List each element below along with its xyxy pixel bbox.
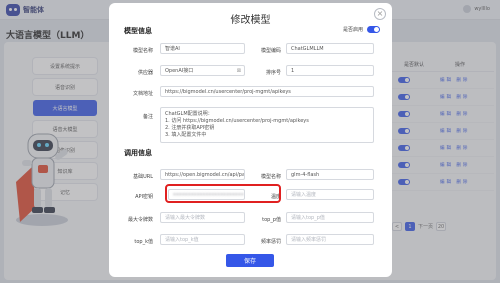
remark-textarea[interactable]: ChatGLM配置说明： 1. 访问 https://bigmodel.cn/u… xyxy=(160,107,374,143)
remark-label: 备注 xyxy=(142,114,153,120)
top-k-input[interactable]: 请输入top_k值 xyxy=(160,234,245,245)
model-code-label: 模型编码 xyxy=(260,48,281,54)
top-p-label: top_p值 xyxy=(262,217,281,223)
dialog-title: 修改模型 xyxy=(230,15,271,26)
api-key-highlight-box xyxy=(165,184,281,203)
chevron-down-icon: ⊠ xyxy=(236,68,241,74)
top-p-input[interactable]: 请输入top_p值 xyxy=(286,212,374,223)
model-name-label: 模型名称 xyxy=(132,48,153,54)
model-code-input[interactable]: ChatGLMLLM xyxy=(286,43,374,54)
remark-line: 2. 注册并获取API密钥 xyxy=(165,125,215,131)
close-icon[interactable]: × xyxy=(374,8,386,20)
call-model-name-label: 模型名称 xyxy=(260,174,281,180)
base-url-input[interactable]: https://open.bigmodel.cn/api/paas/v4/ xyxy=(160,169,245,180)
api-key-label: API密钥 xyxy=(135,194,153,200)
top-k-label: top_k值 xyxy=(134,239,153,245)
enable-toggle-group: 是否启用 xyxy=(343,26,380,33)
model-name-input[interactable]: 智谱AI xyxy=(160,43,245,54)
provider-select[interactable]: OpenAI接口 ⊠ xyxy=(160,65,245,76)
section-title-call-info: 调用信息 xyxy=(124,149,152,157)
edit-model-dialog: 修改模型 × 模型信息 是否启用 模型名称 智谱AI 模型编码 ChatGLML… xyxy=(109,3,392,277)
save-button[interactable]: 保存 xyxy=(226,254,274,267)
remark-line: ChatGLM配置说明： xyxy=(165,111,213,117)
temperature-input[interactable]: 请输入温度 xyxy=(286,189,374,200)
doc-url-label: 文档地址 xyxy=(132,91,153,97)
sort-input[interactable]: 1 xyxy=(286,65,374,76)
remark-line: 1. 访问 https://bigmodel.cn/usercenter/pro… xyxy=(165,118,309,124)
remark-line: 3. 填入配置文件中 xyxy=(165,132,207,138)
max-tokens-label: 最大令牌数 xyxy=(127,217,153,223)
max-tokens-input[interactable]: 请输入最大令牌数 xyxy=(160,212,245,223)
base-url-label: 基础URL xyxy=(133,174,153,180)
freq-penalty-input[interactable]: 请输入频率惩罚 xyxy=(286,234,374,245)
section-title-model-info: 模型信息 xyxy=(124,27,152,35)
enable-label: 是否启用 xyxy=(342,27,363,33)
enable-switch[interactable] xyxy=(367,26,380,33)
provider-value: OpenAI接口 xyxy=(165,68,194,74)
sort-label: 排序号 xyxy=(265,70,281,76)
provider-label: 供应器 xyxy=(137,70,153,76)
call-model-name-input[interactable]: glm-4-flash xyxy=(286,169,374,180)
freq-penalty-label: 频率惩罚 xyxy=(260,239,281,245)
doc-url-input[interactable]: https://bigmodel.cn/usercenter/proj-mgmt… xyxy=(160,86,374,97)
